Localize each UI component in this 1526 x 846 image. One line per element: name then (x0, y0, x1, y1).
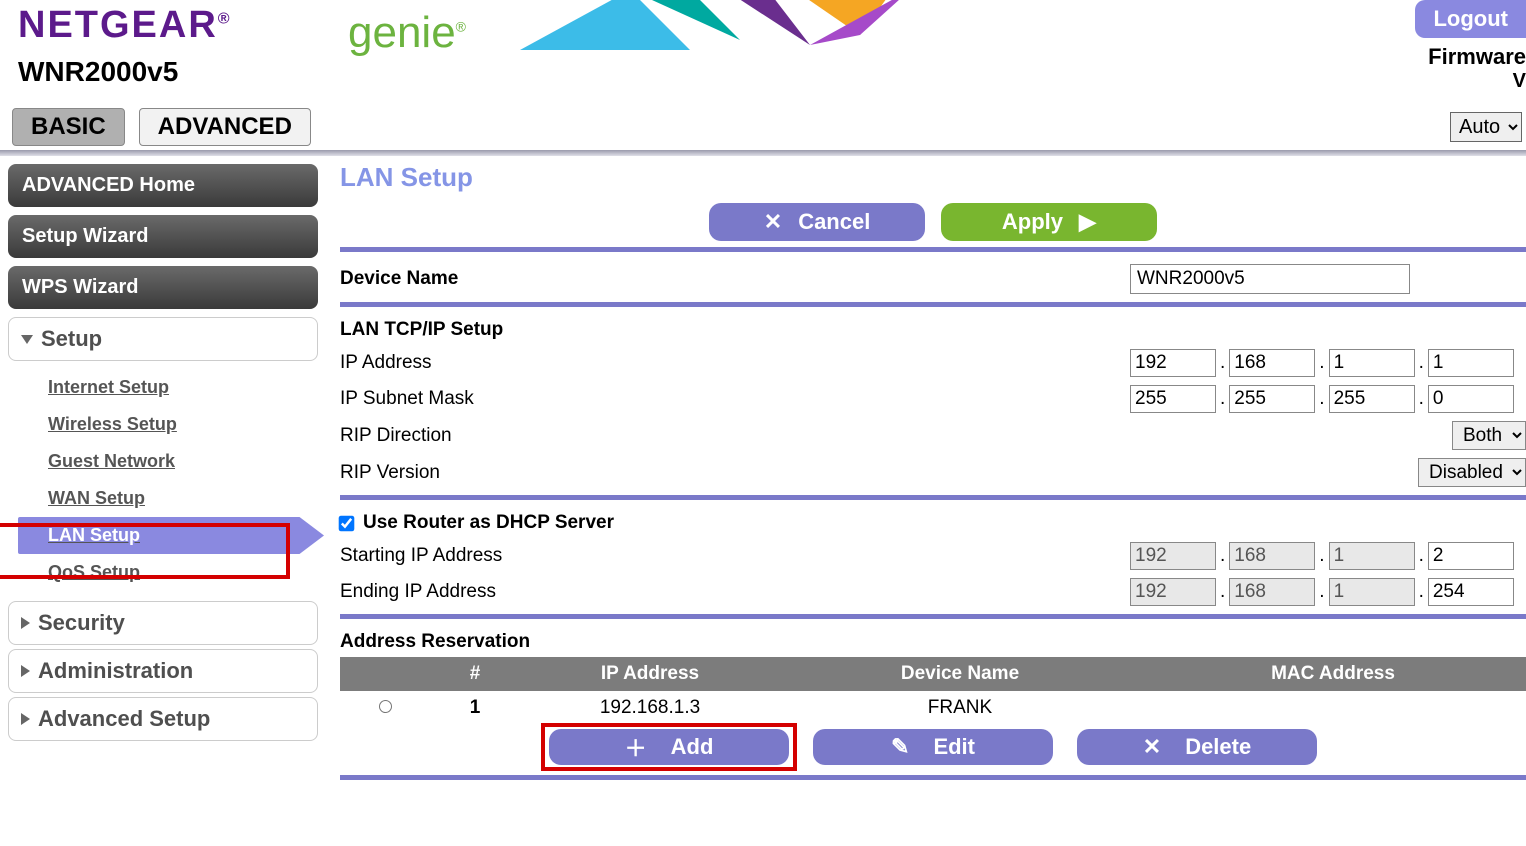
sidebar-item-wan-setup[interactable]: WAN Setup (48, 480, 318, 517)
tab-advanced[interactable]: ADVANCED (139, 108, 311, 146)
tab-basic[interactable]: BASIC (12, 108, 125, 146)
close-icon: ✕ (764, 209, 782, 235)
reservation-row-mac (1140, 697, 1526, 719)
apply-button[interactable]: Apply ▶ (941, 203, 1157, 241)
firmware-label: Firmware (1415, 44, 1526, 70)
mask-octet-4[interactable] (1428, 385, 1514, 413)
language-select[interactable]: Auto (1450, 112, 1522, 142)
sidebar-item-lan-setup[interactable]: LAN Setup (18, 517, 318, 554)
start-ip-octet-3 (1329, 542, 1415, 570)
subnet-mask-label: IP Subnet Mask (340, 388, 1130, 410)
start-ip-octet-1 (1130, 542, 1216, 570)
chevron-right-icon (21, 713, 30, 725)
address-reservation-header: Address Reservation (340, 631, 1130, 653)
sidebar-item-qos-setup[interactable]: QoS Setup (48, 554, 318, 591)
device-name-input[interactable] (1130, 264, 1410, 294)
ending-ip-label: Ending IP Address (340, 581, 1130, 603)
sidebar-item-wireless-setup[interactable]: Wireless Setup (48, 406, 318, 443)
sidebar-section-advanced-setup[interactable]: Advanced Setup (8, 697, 318, 741)
divider (340, 247, 1526, 252)
delete-button[interactable]: ✕ Delete (1077, 729, 1317, 765)
language-select-wrap: Auto (1450, 112, 1522, 142)
chevron-right-icon (21, 665, 30, 677)
page-title: LAN Setup (340, 156, 1526, 203)
device-name-label: Device Name (340, 268, 1130, 290)
add-button[interactable]: ＋ Add (549, 729, 789, 765)
cancel-button[interactable]: ✕ Cancel (709, 203, 925, 241)
reservation-row-radio[interactable] (379, 700, 392, 713)
reservation-row-number: 1 (430, 697, 520, 719)
divider (340, 775, 1526, 780)
divider (340, 302, 1526, 307)
sidebar-section-setup[interactable]: Setup (8, 317, 318, 361)
chevron-down-icon (21, 335, 33, 344)
netgear-logo: NETGEAR® (18, 4, 232, 47)
sidebar-item-advanced-home[interactable]: ADVANCED Home (8, 164, 318, 207)
plus-icon: ＋ (625, 731, 647, 763)
sidebar-item-guest-network[interactable]: Guest Network (48, 443, 318, 480)
sidebar-section-security[interactable]: Security (8, 601, 318, 645)
reservation-row-device: FRANK (780, 697, 1140, 719)
divider (340, 614, 1526, 619)
reservation-row-ip: 192.168.1.3 (520, 697, 780, 719)
edit-button[interactable]: ✎ Edit (813, 729, 1053, 765)
dhcp-server-checkbox[interactable] (339, 515, 355, 531)
reservation-table-row: 1 192.168.1.3 FRANK (340, 691, 1526, 725)
pencil-icon: ✎ (891, 734, 909, 760)
start-ip-octet-4[interactable] (1428, 542, 1514, 570)
ip-octet-4[interactable] (1428, 349, 1514, 377)
mask-octet-2[interactable] (1229, 385, 1315, 413)
mask-octet-1[interactable] (1130, 385, 1216, 413)
ip-octet-1[interactable] (1130, 349, 1216, 377)
reservation-table-header: # IP Address Device Name MAC Address (340, 657, 1526, 691)
ip-octet-2[interactable] (1229, 349, 1315, 377)
play-icon: ▶ (1079, 209, 1096, 235)
divider (340, 495, 1526, 500)
end-ip-octet-2 (1229, 578, 1315, 606)
ip-address-label: IP Address (340, 352, 1130, 374)
end-ip-octet-3 (1329, 578, 1415, 606)
rip-direction-label: RIP Direction (340, 425, 1130, 447)
starting-ip-label: Starting IP Address (340, 545, 1130, 567)
rip-direction-select[interactable]: Both (1452, 421, 1526, 450)
sidebar-item-internet-setup[interactable]: Internet Setup (48, 369, 318, 406)
sidebar-section-administration[interactable]: Administration (8, 649, 318, 693)
start-ip-octet-2 (1229, 542, 1315, 570)
dhcp-checkbox-label: Use Router as DHCP Server (363, 512, 1526, 534)
close-icon: ✕ (1143, 734, 1161, 760)
tcpip-header: LAN TCP/IP Setup (340, 319, 1130, 341)
rip-version-select[interactable]: Disabled (1418, 458, 1526, 487)
ip-octet-3[interactable] (1329, 349, 1415, 377)
sidebar-item-wps-wizard[interactable]: WPS Wizard (8, 266, 318, 309)
decorative-shapes (480, 0, 1040, 63)
end-ip-octet-1 (1130, 578, 1216, 606)
end-ip-octet-4[interactable] (1428, 578, 1514, 606)
model-label: WNR2000v5 (18, 56, 178, 88)
rip-version-label: RIP Version (340, 462, 1130, 484)
sidebar-item-setup-wizard[interactable]: Setup Wizard (8, 215, 318, 258)
genie-logo: genie® (348, 8, 466, 58)
firmware-version: V (1415, 70, 1526, 93)
chevron-right-icon (21, 617, 30, 629)
mask-octet-3[interactable] (1329, 385, 1415, 413)
logout-button[interactable]: Logout (1415, 0, 1526, 38)
